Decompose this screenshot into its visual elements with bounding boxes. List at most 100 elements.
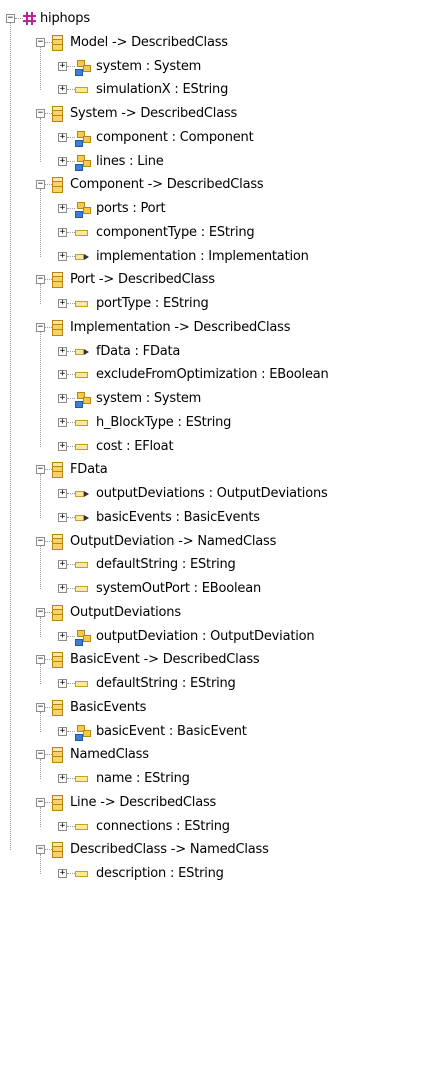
- eclass-icon: [52, 699, 63, 716]
- eattribute-icon: [75, 776, 88, 782]
- collapse-toggle[interactable]: −: [36, 322, 45, 332]
- tree-guide-line: [40, 331, 41, 447]
- tree-item-class[interactable]: − Implementation -> DescribedClass: [0, 317, 441, 341]
- tree-item-feature[interactable]: + cost : EFloat: [0, 436, 441, 460]
- tree-item-feature[interactable]: + systemOutPort : EBoolean: [0, 578, 441, 602]
- containment-reference-icon: [75, 391, 91, 408]
- tree-connector-line: [67, 564, 75, 566]
- containment-reference-icon: [75, 130, 91, 147]
- tree-item-feature[interactable]: + outputDeviations : OutputDeviations: [0, 483, 441, 507]
- tree-item-feature[interactable]: + defaultString : EString: [0, 673, 441, 697]
- tree-item-feature[interactable]: + lines : Line: [0, 151, 441, 175]
- tree-item-class[interactable]: − Component -> DescribedClass: [0, 174, 441, 198]
- expand-toggle[interactable]: +: [58, 679, 67, 688]
- tree-item-class[interactable]: − BasicEvents: [0, 697, 441, 721]
- expand-toggle[interactable]: +: [58, 489, 67, 498]
- eattribute-icon: [75, 443, 88, 450]
- tree-item-label: basicEvents : BasicEvents: [96, 509, 260, 525]
- expand-toggle[interactable]: +: [58, 560, 67, 570]
- expand-toggle[interactable]: +: [58, 227, 67, 237]
- eattribute-icon: [75, 372, 88, 379]
- expand-toggle[interactable]: +: [58, 394, 67, 403]
- expand-toggle[interactable]: +: [58, 774, 67, 783]
- expand-toggle[interactable]: +: [58, 85, 67, 95]
- collapse-toggle[interactable]: −: [36, 465, 45, 475]
- tree-connector-line: [45, 113, 52, 114]
- expand-toggle[interactable]: +: [58, 132, 67, 142]
- tree-item-class[interactable]: − System -> DescribedClass: [0, 103, 441, 127]
- expand-toggle[interactable]: +: [58, 251, 67, 261]
- tree-item-feature[interactable]: + system : System: [0, 56, 441, 80]
- tree-item-feature[interactable]: + defaultString : EString: [0, 554, 441, 578]
- expand-toggle[interactable]: +: [58, 156, 67, 166]
- tree-item-class[interactable]: − Port -> DescribedClass: [0, 269, 441, 293]
- expand-toggle[interactable]: +: [58, 441, 67, 451]
- expand-toggle[interactable]: +: [58, 512, 67, 522]
- tree-item-feature[interactable]: + h_BlockType : EString: [0, 412, 441, 436]
- tree-item-label: fData : FData: [96, 343, 181, 359]
- expand-toggle[interactable]: +: [58, 726, 67, 736]
- tree-connector-line: [45, 326, 52, 328]
- tree-item-feature[interactable]: + name : EString: [0, 768, 441, 792]
- expand-toggle[interactable]: +: [58, 299, 67, 308]
- collapse-toggle[interactable]: −: [36, 536, 45, 546]
- tree-connector-line: [45, 611, 52, 613]
- tree-guide-line: [40, 759, 41, 779]
- collapse-toggle[interactable]: −: [36, 702, 45, 712]
- collapse-toggle[interactable]: −: [36, 845, 45, 855]
- tree-item-feature[interactable]: + basicEvents : BasicEvents: [0, 507, 441, 531]
- tree-connector-line: [45, 754, 52, 756]
- tree-item-feature[interactable]: + ports : Port: [0, 198, 441, 222]
- tree-item-label: system : System: [96, 391, 202, 406]
- expand-toggle[interactable]: +: [58, 61, 67, 71]
- tree-item-label: excludeFromOptimization : EBoolean: [96, 367, 329, 383]
- tree-item-feature[interactable]: + implementation : Implementation: [0, 246, 441, 270]
- tree-item-class[interactable]: − FData: [0, 459, 441, 483]
- eclass-icon: [52, 106, 63, 122]
- tree-item-feature[interactable]: + componentType : EString: [0, 222, 441, 246]
- tree-item-class[interactable]: − DescribedClass -> NamedClass: [0, 839, 441, 863]
- expand-toggle[interactable]: +: [58, 204, 67, 213]
- expand-toggle[interactable]: +: [58, 821, 67, 831]
- tree-guide-line: [40, 189, 41, 257]
- containment-reference-icon: [75, 201, 91, 218]
- tree-item-feature[interactable]: + portType : EString: [0, 293, 441, 317]
- tree-item-label: DescribedClass -> NamedClass: [70, 842, 269, 858]
- expand-toggle[interactable]: +: [58, 631, 67, 641]
- expand-toggle[interactable]: +: [58, 346, 67, 356]
- expand-toggle[interactable]: +: [58, 869, 67, 878]
- tree-item-feature[interactable]: + component : Component: [0, 127, 441, 151]
- tree-connector-line: [67, 825, 75, 827]
- expand-toggle[interactable]: +: [58, 584, 67, 593]
- collapse-toggle[interactable]: −: [36, 750, 45, 760]
- collapse-toggle[interactable]: −: [36, 109, 45, 118]
- tree-item-feature[interactable]: + simulationX : EString: [0, 79, 441, 103]
- collapse-toggle[interactable]: −: [36, 180, 45, 190]
- collapse-toggle[interactable]: −: [36, 655, 45, 665]
- expand-toggle[interactable]: +: [58, 417, 67, 427]
- tree-item-hiphops[interactable]: − hiphops: [0, 8, 441, 32]
- tree-item-feature[interactable]: + description : EString: [0, 863, 441, 887]
- tree-item-feature[interactable]: + system : System: [0, 388, 441, 412]
- tree-item-class[interactable]: − BasicEvent -> DescribedClass: [0, 649, 441, 673]
- tree-item-feature[interactable]: + fData : FData: [0, 341, 441, 365]
- tree-item-feature[interactable]: + connections : EString: [0, 816, 441, 840]
- tree-item-label: Port -> DescribedClass: [70, 272, 215, 288]
- collapse-toggle[interactable]: −: [36, 797, 45, 807]
- tree-item-feature[interactable]: + outputDeviation : OutputDeviation: [0, 626, 441, 650]
- tree-item-class[interactable]: − OutputDeviation -> NamedClass: [0, 531, 441, 555]
- tree-connector-line: [67, 350, 75, 352]
- tree-item-class[interactable]: − Line -> DescribedClass: [0, 792, 441, 816]
- eattribute-icon: [75, 87, 88, 94]
- tree-connector-line: [45, 279, 52, 281]
- tree-item-feature[interactable]: + basicEvent : BasicEvent: [0, 721, 441, 745]
- tree-item-class[interactable]: − NamedClass: [0, 744, 441, 768]
- collapse-toggle[interactable]: −: [36, 607, 45, 617]
- collapse-toggle[interactable]: −: [36, 37, 45, 47]
- collapse-toggle[interactable]: −: [6, 14, 15, 23]
- tree-item-class[interactable]: − Model -> DescribedClass: [0, 32, 441, 56]
- tree-item-feature[interactable]: + excludeFromOptimization : EBoolean: [0, 364, 441, 388]
- expand-toggle[interactable]: +: [58, 370, 67, 380]
- tree-item-class[interactable]: − OutputDeviations: [0, 602, 441, 626]
- collapse-toggle[interactable]: −: [36, 275, 45, 285]
